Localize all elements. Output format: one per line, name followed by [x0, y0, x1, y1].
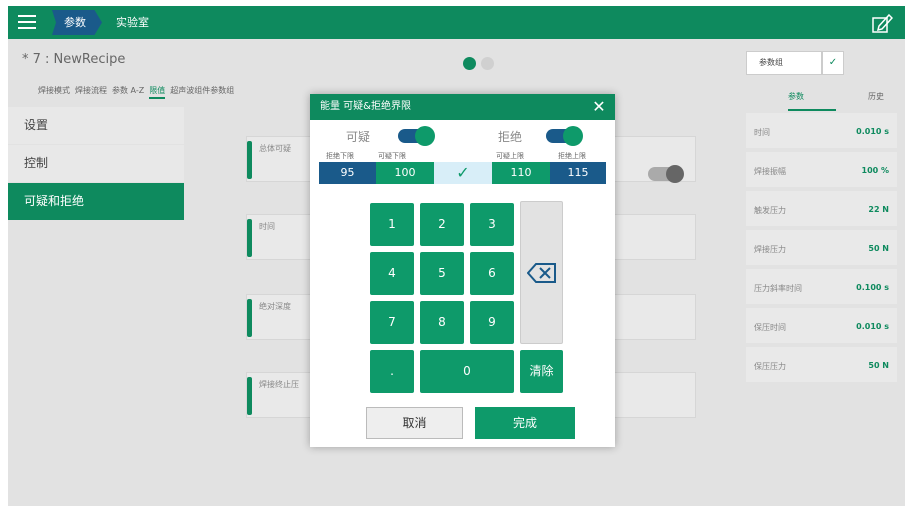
param-row: 压力斜率时间 0.100 s [746, 269, 897, 306]
key-2[interactable]: 2 [420, 203, 464, 246]
param-row: 时间 0.010 s [746, 113, 897, 150]
right-panel: 参数组 ✓ 参数 历史 时间 0.010 s 焊接振幅 100 % 触发压力 22 N… [746, 39, 905, 506]
dialog-title: 能量 可疑&拒绝界限 [310, 94, 615, 120]
key-1[interactable]: 1 [370, 203, 414, 246]
backspace-button[interactable] [520, 201, 563, 344]
subnav-weld-mode[interactable]: 焊接模式 [38, 86, 70, 95]
param-row: 焊接压力 50 N [746, 230, 897, 267]
param-name: 触发压力 [754, 206, 786, 215]
key-3[interactable]: 3 [470, 203, 514, 246]
param-row: 保压压力 50 N [746, 347, 897, 384]
subnav-params-az[interactable]: 参数 A-Z [112, 86, 144, 95]
param-value: 50 N [868, 244, 889, 253]
param-row: 焊接振幅 100 % [746, 152, 897, 189]
card-label: 时间 [259, 222, 275, 231]
key-0[interactable]: 0 [420, 350, 514, 393]
page-dot-active[interactable] [463, 57, 476, 70]
page-indicator [463, 55, 499, 74]
edit-icon[interactable] [871, 12, 893, 34]
suspect-label: 可疑 [346, 130, 371, 144]
overall-suspect-toggle[interactable] [648, 165, 684, 183]
key-7[interactable]: 7 [370, 301, 414, 344]
reject-toggle[interactable] [546, 126, 583, 146]
cancel-button[interactable]: 取消 [366, 407, 463, 439]
check-icon: ✓ [434, 162, 492, 184]
backspace-icon [527, 263, 556, 283]
param-name: 压力斜率时间 [754, 284, 802, 293]
param-value: 0.100 s [856, 283, 889, 292]
param-value: 100 % [861, 166, 890, 175]
key-decimal[interactable]: . [370, 350, 414, 393]
suspect-lower-value[interactable]: 100 [376, 162, 434, 184]
menu-item-suspect-reject[interactable]: 可疑和拒绝 [8, 183, 184, 220]
sub-navigation: 焊接模式 焊接流程 参数 A-Z 限值 超声波组件参数组 [38, 85, 239, 99]
app-window: 参数 实验室 * 7 : NewRecipe 焊接模式 焊接流程 参数 A-Z 限值超… [8, 6, 905, 506]
breadcrumb-params[interactable]: 参数 [52, 10, 102, 35]
subnav-limits[interactable]: 限值 [149, 86, 166, 99]
param-group-select[interactable]: 参数组 [746, 51, 822, 75]
card-label: 绝对深度 [259, 302, 291, 311]
key-5[interactable]: 5 [420, 252, 464, 295]
reject-label: 拒绝 [498, 130, 523, 144]
key-6[interactable]: 6 [470, 252, 514, 295]
done-button[interactable]: 完成 [475, 407, 575, 439]
param-name: 保压时间 [754, 323, 786, 332]
card-label: 总体可疑 [259, 144, 291, 153]
key-4[interactable]: 4 [370, 252, 414, 295]
reject-upper-value[interactable]: 115 [550, 162, 606, 184]
param-value: 22 N [868, 205, 889, 214]
param-row: 触发压力 22 N [746, 191, 897, 228]
suspect-lower-label: 可疑下限 [378, 152, 406, 160]
recipe-title: * 7 : NewRecipe [22, 52, 126, 67]
subnav-ultrasonic-params[interactable]: 超声波组件参数组 [170, 86, 234, 95]
menu-item-control[interactable]: 控制 [8, 145, 184, 182]
menu-item-settings[interactable]: 设置 [8, 107, 184, 144]
key-8[interactable]: 8 [420, 301, 464, 344]
param-name: 焊接振幅 [754, 167, 786, 176]
chevron-down-icon[interactable]: ✓ [822, 51, 844, 75]
close-icon[interactable]: ✕ [589, 97, 609, 117]
tab-params[interactable]: 参数 [788, 91, 836, 111]
reject-lower-label: 拒绝下限 [326, 152, 354, 160]
subnav-weld-process[interactable]: 焊接流程 [75, 86, 107, 95]
param-value: 0.010 s [856, 127, 889, 136]
param-value: 0.010 s [856, 322, 889, 331]
reject-lower-value[interactable]: 95 [319, 162, 376, 184]
card-label: 焊接终止压 [259, 380, 299, 389]
hamburger-menu-icon[interactable] [18, 15, 36, 29]
tab-history[interactable]: 历史 [868, 91, 884, 102]
top-bar: 参数 实验室 [8, 6, 905, 39]
param-row: 保压时间 0.010 s [746, 308, 897, 345]
param-name: 焊接压力 [754, 245, 786, 254]
breadcrumb-lab[interactable]: 实验室 [108, 10, 149, 35]
clear-button[interactable]: 清除 [520, 350, 563, 393]
limits-dialog: 能量 可疑&拒绝界限 ✕ 可疑 拒绝 拒绝下限 可疑下限 可疑上限 拒绝上限 9… [310, 94, 615, 447]
suspect-upper-value[interactable]: 110 [492, 162, 550, 184]
param-name: 保压压力 [754, 362, 786, 371]
page-dot[interactable] [481, 57, 494, 70]
suspect-toggle[interactable] [398, 126, 435, 146]
key-9[interactable]: 9 [470, 301, 514, 344]
param-name: 时间 [754, 128, 770, 137]
reject-upper-label: 拒绝上限 [558, 152, 586, 160]
suspect-upper-label: 可疑上限 [496, 152, 524, 160]
param-value: 50 N [868, 361, 889, 370]
